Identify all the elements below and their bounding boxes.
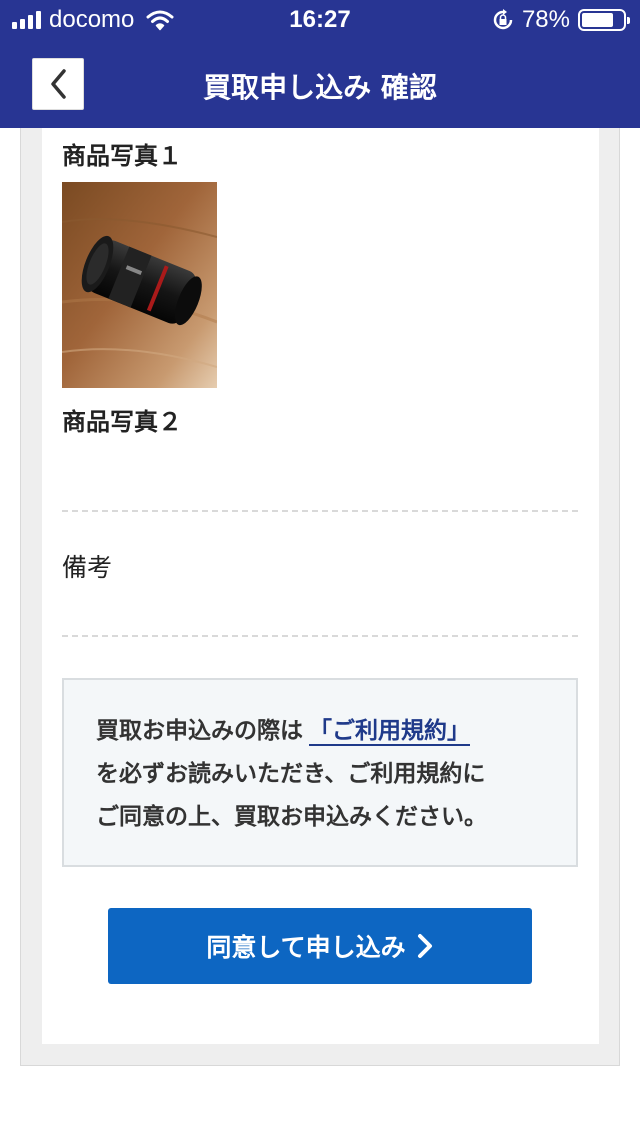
battery-fill xyxy=(582,13,614,27)
content-panel: 商品写真１ 商品写真２ 備考 買取お申込みの際は 「ご利用規約」 を必ずお読みい… xyxy=(42,128,599,1044)
agree-button-label: 同意して申し込み xyxy=(206,933,406,962)
rotation-lock-icon xyxy=(493,9,513,30)
status-right: 78% xyxy=(492,6,630,34)
photo2-label: 商品写真２ xyxy=(62,408,182,436)
agree-submit-button[interactable]: 同意して申し込み xyxy=(108,908,532,984)
terms-link[interactable]: 「ご利用規約」 xyxy=(309,718,470,744)
chevron-right-icon xyxy=(417,934,432,958)
notice-line-1: 買取お申込みの際は 「ご利用規約」 xyxy=(96,710,576,753)
remarks-label: 備考 xyxy=(62,553,113,582)
page-title: 買取申し込み 確認 xyxy=(203,71,437,104)
divider xyxy=(62,510,578,512)
battery-percent: 78% xyxy=(521,6,570,33)
notice-line-3: ご同意の上、買取お申込みください。 xyxy=(96,804,487,830)
nav-bar: 買取申し込み 確認 xyxy=(0,40,640,128)
notice-line-2: を必ずお読みいただき、ご利用規約に xyxy=(96,761,486,787)
product-photo-1[interactable] xyxy=(62,182,217,388)
photo1-label: 商品写真１ xyxy=(62,142,182,170)
content-frame: 商品写真１ 商品写真２ 備考 買取お申込みの際は 「ご利用規約」 を必ずお読みい… xyxy=(20,128,620,1066)
battery-icon xyxy=(578,9,630,31)
terms-notice: 買取お申込みの際は 「ご利用規約」 を必ずお読みいただき、ご利用規約に ご同意の上… xyxy=(62,678,578,867)
lens-photo-image xyxy=(62,182,217,388)
notice-text: 買取お申込みの際は xyxy=(96,718,303,744)
status-bar: docomo 16:27 78% xyxy=(0,0,640,40)
divider xyxy=(62,635,578,637)
